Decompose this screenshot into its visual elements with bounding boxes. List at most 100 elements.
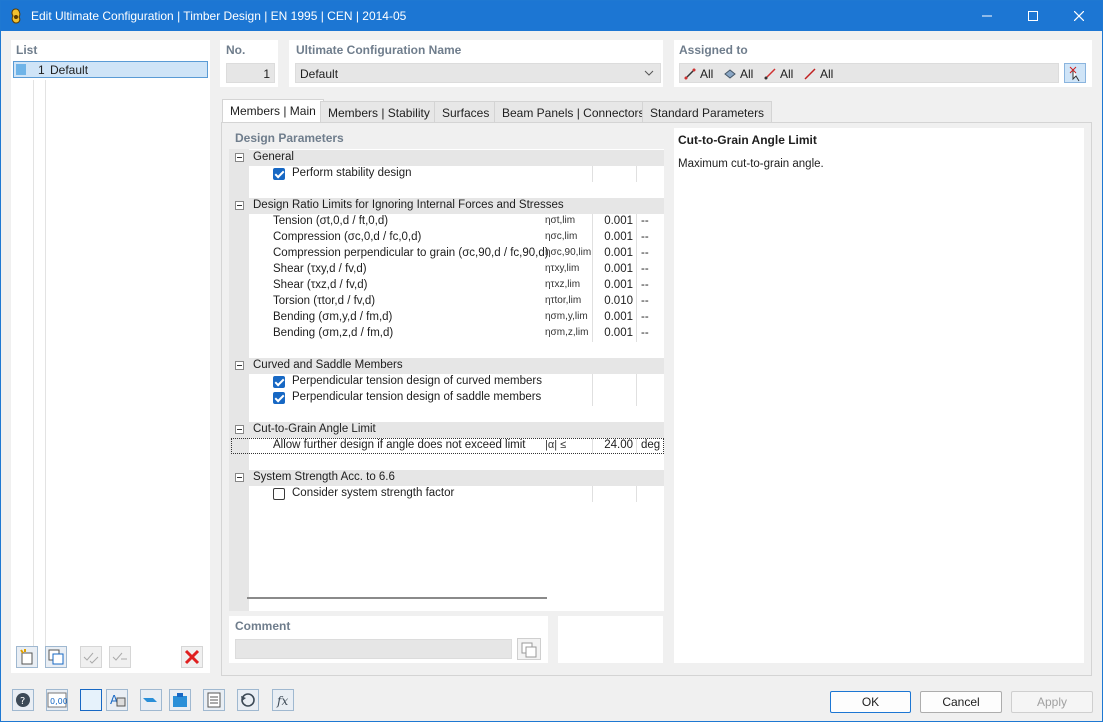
param-value[interactable]: 0.001 xyxy=(591,247,633,259)
no-field[interactable]: 1 xyxy=(226,63,275,83)
assigned-lines: All xyxy=(820,67,834,81)
system-strength-checkbox[interactable] xyxy=(273,488,285,500)
param-row[interactable]: Torsion (τtor,d / fv,d) ητtor,lim 0.010 -- xyxy=(229,294,664,310)
assigned-field[interactable]: All All All All xyxy=(679,63,1059,83)
new-item-button[interactable] xyxy=(16,646,38,668)
list-item[interactable]: 1 Default xyxy=(13,61,208,78)
close-button[interactable] xyxy=(1056,1,1102,31)
tab-members-main[interactable]: Members | Main xyxy=(222,99,324,123)
units-button[interactable]: 0,00 xyxy=(46,689,68,711)
description-title: Cut-to-Grain Angle Limit xyxy=(678,133,817,147)
list-divider xyxy=(33,80,34,650)
units-icon: 0,00 xyxy=(47,692,68,708)
design-parameters-tree: General Perform stability design Design … xyxy=(229,149,664,611)
param-value[interactable]: 0.001 xyxy=(591,215,633,227)
assigned-surfaces: All xyxy=(740,67,754,81)
section-general[interactable]: General xyxy=(229,150,664,166)
copy-item-button[interactable] xyxy=(45,646,67,668)
param-row[interactable]: Consider system strength factor xyxy=(229,486,664,502)
design-parameters-header: Design Parameters xyxy=(235,131,344,145)
tab-surfaces[interactable]: Surfaces xyxy=(434,101,498,123)
cancel-button[interactable]: Cancel xyxy=(920,691,1002,713)
param-label: Compression perpendicular to grain (σc,9… xyxy=(273,247,549,259)
assigned-member-sets: All xyxy=(780,67,794,81)
minimize-button[interactable] xyxy=(964,1,1010,31)
title-bar: Edit Ultimate Configuration | Timber Des… xyxy=(1,1,1102,31)
param-row[interactable]: Bending (σm,z,d / fm,d) ησm,z,lim 0.001 -- xyxy=(229,326,664,342)
check-button[interactable] xyxy=(80,646,102,668)
svg-text:?: ? xyxy=(20,696,25,707)
comment-input[interactable] xyxy=(235,639,512,659)
param-row[interactable]: Compression perpendicular to grain (σc,9… xyxy=(229,246,664,262)
list-panel: List 1 Default xyxy=(11,40,210,673)
saddle-members-checkbox[interactable] xyxy=(273,392,285,404)
param-label: Consider system strength factor xyxy=(292,487,455,499)
param-row[interactable]: Perform stability design xyxy=(229,166,664,182)
param-label: Perform stability design xyxy=(292,167,412,179)
model-button[interactable] xyxy=(140,689,162,711)
param-unit: -- xyxy=(641,327,649,339)
ok-button[interactable]: OK xyxy=(830,691,911,713)
structure-button[interactable] xyxy=(169,689,191,711)
delete-button[interactable] xyxy=(181,646,203,668)
param-row[interactable]: Perpendicular tension design of curved m… xyxy=(229,374,664,390)
color-button[interactable] xyxy=(80,689,102,711)
collapse-icon[interactable] xyxy=(235,153,244,162)
param-row[interactable]: Tension (σt,0,d / ft,0,d) ησt,lim 0.001 -- xyxy=(229,214,664,230)
param-row[interactable]: Shear (τxz,d / fv,d) ητxz,lim 0.001 -- xyxy=(229,278,664,294)
param-symbol: ησc,lim xyxy=(545,231,578,242)
param-unit: -- xyxy=(641,247,649,259)
uncheck-button[interactable] xyxy=(109,646,131,668)
param-row-selected[interactable]: Allow further design if angle does not e… xyxy=(231,438,664,454)
surface-icon xyxy=(724,69,736,79)
param-value[interactable]: 0.010 xyxy=(591,295,633,307)
curved-members-checkbox[interactable] xyxy=(273,376,285,388)
collapse-icon[interactable] xyxy=(235,473,244,482)
section-ratio-limits[interactable]: Design Ratio Limits for Ignoring Interna… xyxy=(229,198,664,214)
param-unit: deg xyxy=(641,439,661,451)
select-in-graphics-button[interactable] xyxy=(1064,63,1086,83)
tab-beam-panels-connectors[interactable]: Beam Panels | Connectors xyxy=(494,101,653,123)
formula-button[interactable]: fx xyxy=(272,689,294,711)
collapse-icon[interactable] xyxy=(235,201,244,210)
param-label: Allow further design if angle does not e… xyxy=(273,439,526,451)
line-icon xyxy=(804,68,816,80)
list-item-name: Default xyxy=(50,63,89,77)
section-title: Design Ratio Limits for Ignoring Interna… xyxy=(253,199,564,211)
tab-members-stability[interactable]: Members | Stability xyxy=(320,101,438,123)
param-row[interactable]: Shear (τxy,d / fv,d) ητxy,lim 0.001 -- xyxy=(229,262,664,278)
name-field[interactable]: Default xyxy=(295,63,661,83)
perform-stability-checkbox[interactable] xyxy=(273,168,285,180)
param-symbol: |α| ≤ xyxy=(545,439,567,451)
section-cut-to-grain[interactable]: Cut-to-Grain Angle Limit xyxy=(229,422,664,438)
horizontal-scrollbar[interactable] xyxy=(247,597,547,599)
param-row[interactable]: Bending (σm,y,d / fm,d) ησm,y,lim 0.001 -- xyxy=(229,310,664,326)
section-system-strength[interactable]: System Strength Acc. to 6.6 xyxy=(229,470,664,486)
display-button[interactable]: A xyxy=(106,689,128,711)
collapse-icon[interactable] xyxy=(235,361,244,370)
no-value: 1 xyxy=(263,67,270,81)
param-value[interactable]: 0.001 xyxy=(591,279,633,291)
reset-button[interactable] xyxy=(237,689,259,711)
dialog-client: List 1 Default No. 1 Ultimate Configurat… xyxy=(1,31,1102,721)
param-value[interactable]: 0.001 xyxy=(591,327,633,339)
help-button[interactable]: ? xyxy=(12,689,34,711)
table-button[interactable] xyxy=(203,689,225,711)
param-unit: -- xyxy=(641,311,649,323)
param-value[interactable]: 24.00 xyxy=(591,439,633,451)
param-row[interactable]: Compression (σc,0,d / fc,0,d) ησc,lim 0.00… xyxy=(229,230,664,246)
maximize-button[interactable] xyxy=(1010,1,1056,31)
param-value[interactable]: 0.001 xyxy=(591,231,633,243)
param-value[interactable]: 0.001 xyxy=(591,263,633,275)
comment-panel: Comment xyxy=(229,616,548,663)
comment-library-button[interactable] xyxy=(517,638,541,660)
chevron-down-icon[interactable] xyxy=(644,70,654,77)
tab-standard-parameters[interactable]: Standard Parameters xyxy=(642,101,773,123)
section-curved-saddle[interactable]: Curved and Saddle Members xyxy=(229,358,664,374)
param-value[interactable]: 0.001 xyxy=(591,311,633,323)
section-title: Curved and Saddle Members xyxy=(253,359,403,371)
param-unit: -- xyxy=(641,231,649,243)
apply-button[interactable]: Apply xyxy=(1011,691,1093,713)
param-row[interactable]: Perpendicular tension design of saddle m… xyxy=(229,390,664,406)
collapse-icon[interactable] xyxy=(235,425,244,434)
